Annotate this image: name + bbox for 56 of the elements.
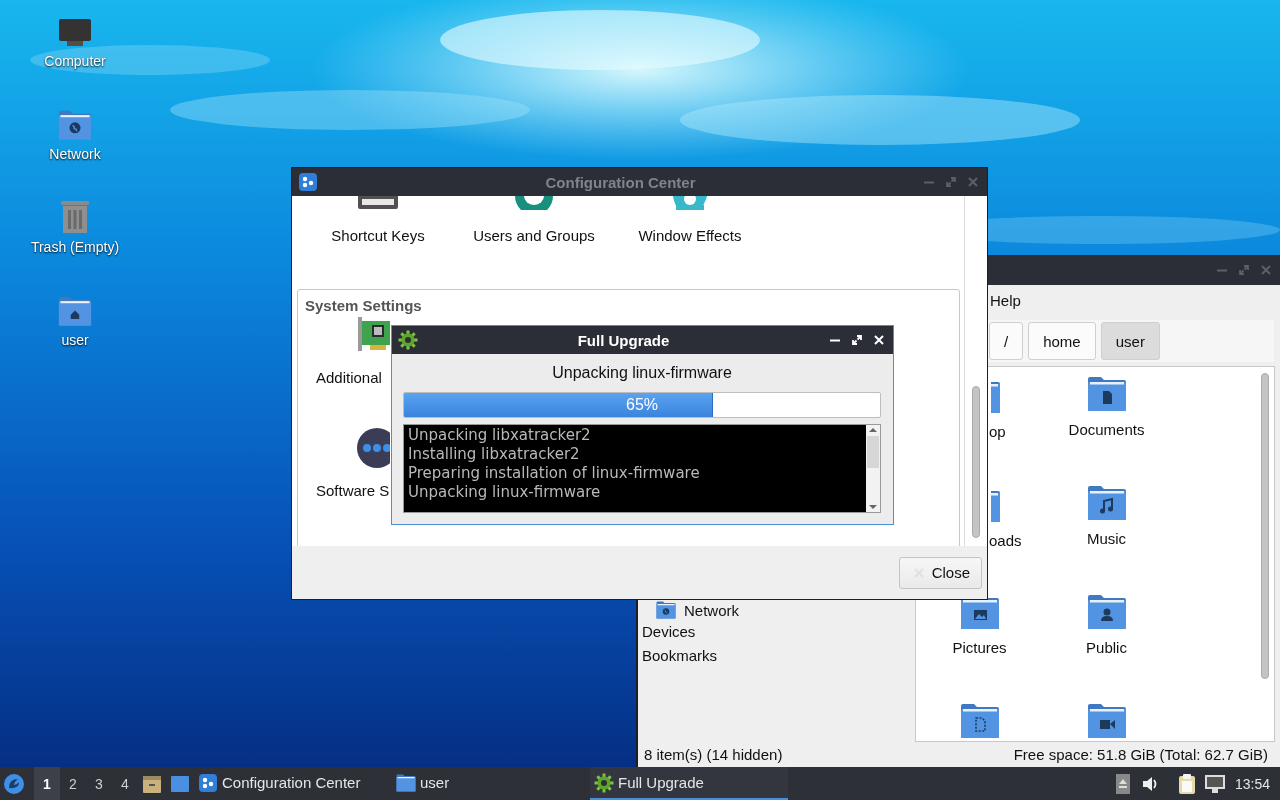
log-line: Unpacking linux-firmware xyxy=(408,483,602,502)
scrollbar-thumb[interactable] xyxy=(972,386,980,538)
task-button[interactable]: user xyxy=(392,767,590,800)
folder-icon[interactable] xyxy=(1086,703,1127,739)
more-icon[interactable] xyxy=(356,427,390,469)
settings-item-label[interactable]: Window Effects xyxy=(638,227,742,244)
settings-item-label[interactable]: Additional xyxy=(316,369,382,386)
file-label[interactable]: Music xyxy=(1086,530,1127,547)
status-text: Unpacking linux-firmware xyxy=(551,364,733,383)
folder-icon[interactable] xyxy=(1086,376,1127,412)
settings-item-label[interactable]: Software S xyxy=(316,482,390,499)
free-space-text: Free space: 51.8 GiB (Total: 62.7 GiB) xyxy=(1013,746,1268,763)
clock[interactable]: 13:54 xyxy=(1228,775,1280,792)
task-button[interactable]: Configuration Center xyxy=(194,767,392,800)
log-line: Installing libxatracker2 xyxy=(408,445,581,464)
desktop-icon-label[interactable]: user xyxy=(61,332,89,348)
folder-icon[interactable] xyxy=(959,703,1000,739)
workspace-button[interactable]: 4 xyxy=(112,767,138,800)
workspace-button[interactable]: 3 xyxy=(86,767,112,800)
close-button[interactable]: Close xyxy=(898,556,982,589)
sidebar-header[interactable]: Bookmarks xyxy=(642,643,718,667)
path-button[interactable]: / xyxy=(989,322,1024,360)
file-label[interactable]: op xyxy=(989,423,1006,440)
log-line: Preparing installation of linux-firmware xyxy=(408,464,701,483)
sidebar-header[interactable]: Devices xyxy=(642,619,696,643)
scrollbar-thumb[interactable] xyxy=(867,436,879,468)
app-icon xyxy=(298,172,318,192)
sidebar-item[interactable]: Network xyxy=(656,601,739,619)
app-icon xyxy=(198,772,218,793)
settings-item-label[interactable]: Users and Groups xyxy=(473,227,595,244)
file-label[interactable]: Documents xyxy=(1068,421,1145,438)
path-button[interactable]: home xyxy=(1028,322,1096,360)
path-button[interactable]: user xyxy=(1100,322,1160,360)
log-line: Unpacking libxatracker2 xyxy=(408,426,592,445)
group-title: System Settings xyxy=(304,296,423,314)
progress-text: 65% xyxy=(625,396,659,414)
monitor-icon[interactable] xyxy=(58,18,92,48)
scroll-down-icon[interactable] xyxy=(868,502,878,512)
network-folder-icon xyxy=(656,601,676,619)
status-text: 8 item(s) (14 hidden) xyxy=(644,746,783,763)
task-button[interactable]: Full Upgrade xyxy=(590,767,788,800)
scrollbar-thumb[interactable] xyxy=(1261,373,1269,679)
menu-item[interactable]: Help xyxy=(990,292,1021,309)
keyboard-icon[interactable] xyxy=(357,196,399,210)
workspace-button[interactable]: 2 xyxy=(60,767,86,800)
folder-icon xyxy=(396,773,416,792)
workspace-button[interactable]: 1 xyxy=(34,767,60,800)
window-title: Full Upgrade xyxy=(576,331,671,349)
folder-icon[interactable] xyxy=(1086,594,1127,630)
file-label[interactable]: Pictures xyxy=(952,639,1007,656)
window-title: Configuration Center xyxy=(544,173,697,191)
desktop-icon-label[interactable]: Trash (Empty) xyxy=(30,239,120,255)
file-label[interactable]: oads xyxy=(989,532,1022,549)
settings-item-label[interactable]: Shortcut Keys xyxy=(331,227,425,244)
file-label[interactable]: Public xyxy=(1086,639,1127,656)
folder-icon[interactable] xyxy=(1086,485,1127,521)
